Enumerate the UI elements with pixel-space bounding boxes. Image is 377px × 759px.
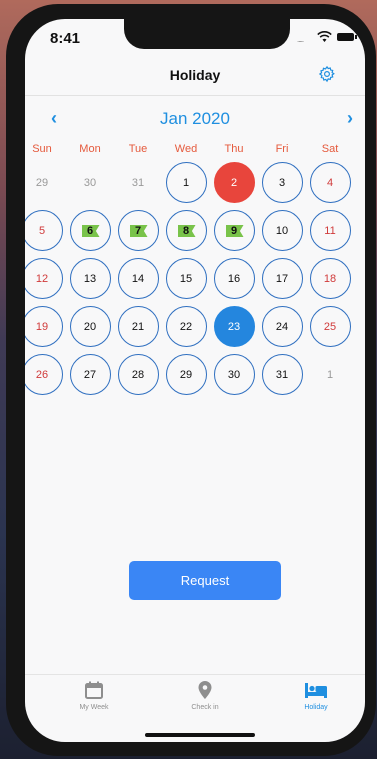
day-cell[interactable]: 25 bbox=[309, 306, 351, 347]
request-button[interactable]: Request bbox=[129, 561, 281, 600]
day-cell-holiday-flag[interactable]: 6 bbox=[69, 210, 111, 251]
tab-label: Holiday bbox=[304, 704, 328, 711]
weekday-label: Fri bbox=[275, 143, 289, 155]
day-cell: 31 bbox=[131, 176, 145, 189]
day-cell-holiday-flag[interactable]: 9 bbox=[213, 210, 255, 251]
day-cell[interactable]: 18 bbox=[309, 258, 351, 299]
day-cell[interactable]: 26 bbox=[25, 354, 63, 395]
bed-icon bbox=[276, 680, 356, 702]
location-pin-icon bbox=[165, 680, 245, 702]
chevron-right-icon[interactable]: › bbox=[347, 108, 353, 129]
tab-holiday[interactable]: Holiday bbox=[276, 680, 356, 711]
battery-icon bbox=[337, 33, 357, 41]
day-cell[interactable]: 28 bbox=[117, 354, 159, 395]
signal-icon: ..... bbox=[297, 35, 304, 44]
gear-icon[interactable] bbox=[318, 65, 336, 83]
page-title: Holiday bbox=[169, 67, 221, 83]
day-cell[interactable]: 16 bbox=[213, 258, 255, 299]
day-cell-holiday-flag[interactable]: 8 bbox=[165, 210, 207, 251]
day-cell[interactable]: 22 bbox=[165, 306, 207, 347]
home-indicator bbox=[145, 733, 255, 737]
day-cell[interactable]: 24 bbox=[261, 306, 303, 347]
calendar-icon bbox=[54, 680, 134, 702]
device-notch bbox=[124, 19, 290, 49]
day-number: 8 bbox=[182, 224, 190, 237]
day-cell[interactable]: 30 bbox=[213, 354, 255, 395]
day-number: 9 bbox=[230, 224, 238, 237]
day-cell[interactable]: 11 bbox=[309, 210, 351, 251]
wifi-icon bbox=[317, 31, 332, 45]
day-cell[interactable]: 23 bbox=[213, 306, 255, 347]
day-cell[interactable]: 10 bbox=[261, 210, 303, 251]
day-cell[interactable]: 27 bbox=[69, 354, 111, 395]
day-cell-holiday-flag[interactable]: 7 bbox=[117, 210, 159, 251]
day-cell[interactable]: 15 bbox=[165, 258, 207, 299]
day-cell[interactable]: 4 bbox=[309, 162, 351, 203]
day-cell[interactable]: 1 bbox=[165, 162, 207, 203]
nav-divider bbox=[25, 95, 365, 96]
day-cell[interactable]: 13 bbox=[69, 258, 111, 299]
day-cell[interactable]: 20 bbox=[69, 306, 111, 347]
day-cell: 1 bbox=[326, 368, 334, 381]
day-cell[interactable]: 17 bbox=[261, 258, 303, 299]
weekday-label: Tue bbox=[128, 143, 148, 155]
day-cell[interactable]: 14 bbox=[117, 258, 159, 299]
day-cell[interactable]: 21 bbox=[117, 306, 159, 347]
month-label: Jan 2020 bbox=[160, 109, 230, 128]
day-cell[interactable]: 29 bbox=[165, 354, 207, 395]
day-cell: 29 bbox=[35, 176, 49, 189]
day-cell: 30 bbox=[83, 176, 97, 189]
tabbar-divider bbox=[25, 674, 365, 675]
day-cell[interactable]: 3 bbox=[261, 162, 303, 203]
weekday-label: Thu bbox=[224, 143, 244, 155]
day-cell[interactable]: 2 bbox=[213, 162, 255, 203]
day-number: 7 bbox=[134, 224, 142, 237]
weekday-label: Wed bbox=[174, 143, 198, 155]
tab-label: My Week bbox=[79, 704, 109, 711]
weekday-label: Mon bbox=[79, 143, 101, 155]
day-cell[interactable]: 19 bbox=[25, 306, 63, 347]
day-cell[interactable]: 12 bbox=[25, 258, 63, 299]
device-frame: 8:41 ..... Holiday ‹ Jan 2020 › Sun Mon Tu… bbox=[6, 4, 376, 756]
weekday-label: Sun bbox=[32, 143, 52, 155]
weekday-label: Sat bbox=[321, 143, 339, 155]
tab-my-week[interactable]: My Week bbox=[54, 680, 134, 711]
day-cell[interactable]: 31 bbox=[261, 354, 303, 395]
day-number: 6 bbox=[86, 224, 94, 237]
status-time: 8:41 bbox=[50, 30, 81, 47]
tab-check-in[interactable]: Check in bbox=[165, 680, 245, 711]
app-screen: 8:41 ..... Holiday ‹ Jan 2020 › Sun Mon Tu… bbox=[25, 19, 365, 742]
tab-label: Check in bbox=[191, 704, 219, 711]
day-cell[interactable]: 5 bbox=[25, 210, 63, 251]
